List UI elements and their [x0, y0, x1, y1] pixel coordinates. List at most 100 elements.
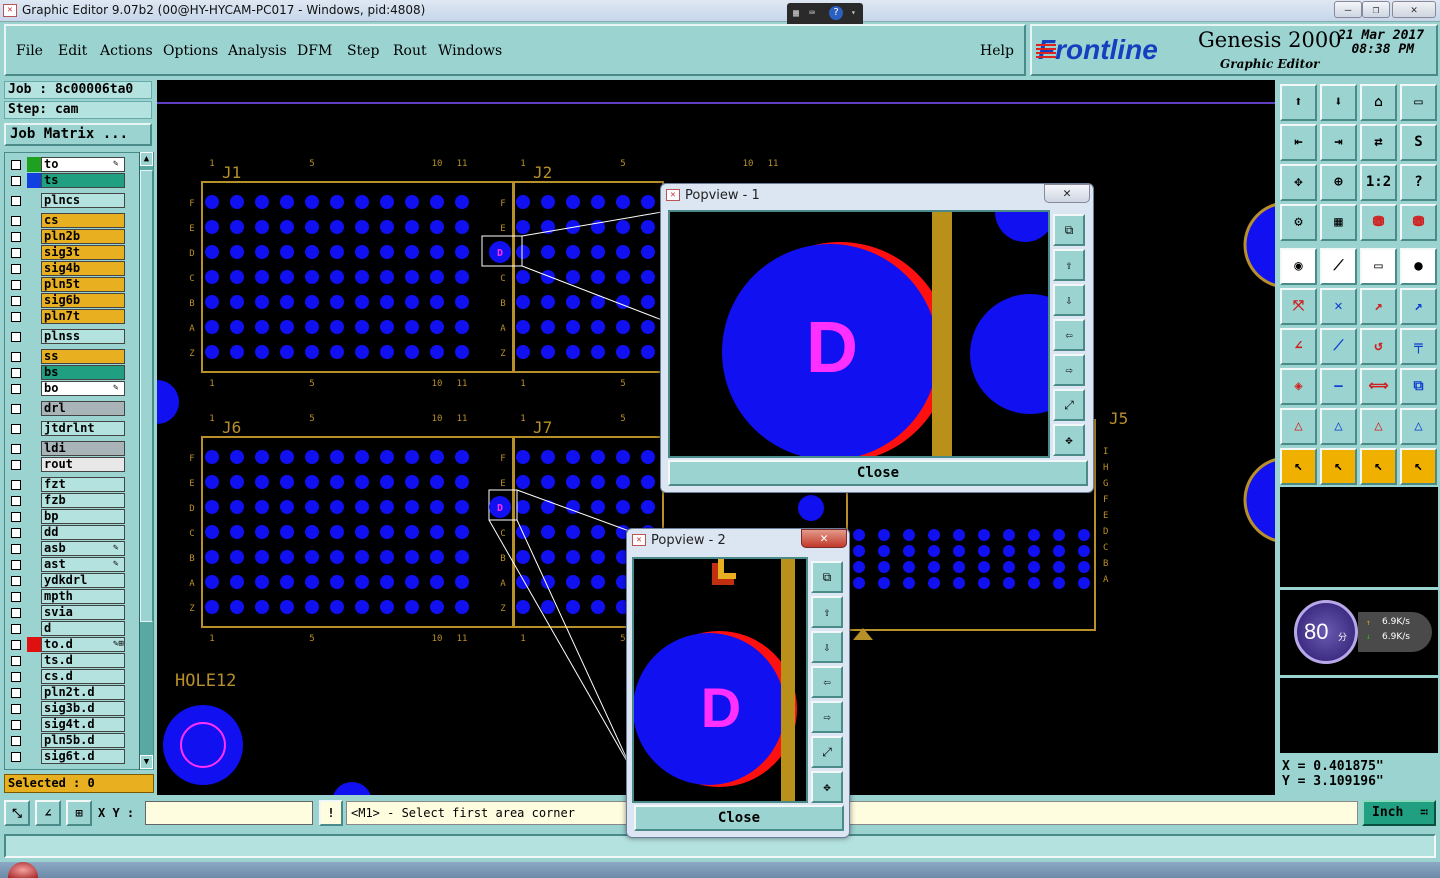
- settings-icon[interactable]: ⚙: [1280, 204, 1317, 241]
- layer-name[interactable]: jtdrlnt: [41, 421, 125, 436]
- layer-row-sig3b-d[interactable]: sig3b.d: [7, 701, 145, 717]
- swap-icon[interactable]: ⇄: [1360, 124, 1397, 161]
- menu-actions[interactable]: Actions: [100, 43, 153, 59]
- layer-checkbox[interactable]: [11, 196, 21, 206]
- layer-row-asb[interactable]: asb ✎: [7, 541, 145, 557]
- triangle-line-icon[interactable]: △: [1400, 408, 1437, 445]
- layer-checkbox[interactable]: [11, 296, 21, 306]
- layer-name[interactable]: fzb: [41, 493, 125, 508]
- popup-restore-icon[interactable]: ⧉: [811, 561, 843, 593]
- popup-fit-icon[interactable]: ⤢: [811, 736, 843, 768]
- layer-row-d[interactable]: d: [7, 621, 145, 637]
- scroll-thumb[interactable]: [140, 170, 153, 622]
- layer-checkbox[interactable]: [11, 576, 21, 586]
- layer-stack-alt-icon[interactable]: ⛃: [1400, 204, 1437, 241]
- unit-select[interactable]: Inch ≕: [1362, 800, 1436, 826]
- popup-close-button[interactable]: Close: [634, 805, 844, 831]
- layer-row-ldi[interactable]: ldi: [7, 441, 145, 457]
- job-matrix-button[interactable]: Job Matrix ...: [4, 123, 152, 146]
- popup-close-x[interactable]: ✕: [801, 529, 847, 548]
- layer-checkbox[interactable]: [11, 312, 21, 322]
- layer-checkbox[interactable]: [11, 480, 21, 490]
- layer-name[interactable]: sig3t: [41, 245, 125, 260]
- zoom-center-icon[interactable]: ⊕: [1320, 164, 1357, 201]
- layer-checkbox[interactable]: [11, 704, 21, 714]
- layer-name[interactable]: mpth: [41, 589, 125, 604]
- layer-checkbox[interactable]: [11, 176, 21, 186]
- layer-row-mpth[interactable]: mpth: [7, 589, 145, 605]
- layer-checkbox[interactable]: [11, 544, 21, 554]
- close-button[interactable]: ✕: [1392, 1, 1436, 18]
- start-button[interactable]: [8, 862, 38, 878]
- layer-checkbox[interactable]: [11, 280, 21, 290]
- layer-stack-icon[interactable]: ⛃: [1360, 204, 1397, 241]
- select-multi-icon[interactable]: ↖: [1400, 448, 1437, 485]
- layer-name[interactable]: pln7t: [41, 309, 125, 324]
- line-icon[interactable]: ⟋: [1320, 248, 1357, 285]
- layer-name[interactable]: cs: [41, 213, 125, 228]
- zoom-home-icon[interactable]: ⬆: [1280, 84, 1317, 121]
- layer-row-sig6b[interactable]: sig6b: [7, 293, 145, 309]
- measure-icon[interactable]: ⟺: [1360, 368, 1397, 405]
- layer-row-ss[interactable]: ss: [7, 349, 145, 365]
- select-icon[interactable]: ↖: [1320, 448, 1357, 485]
- pad-icon[interactable]: ◉: [1280, 248, 1317, 285]
- popup-up-icon[interactable]: ⇧: [1053, 249, 1085, 281]
- layer-row-bo[interactable]: bo ✎: [7, 381, 145, 397]
- scale-icon[interactable]: 1:2: [1360, 164, 1397, 201]
- keyboard-icon[interactable]: ⌨: [809, 8, 815, 19]
- layer-name[interactable]: dd: [41, 525, 125, 540]
- dot-icon[interactable]: ●: [1400, 248, 1437, 285]
- zoom-extents-icon[interactable]: ✥: [1280, 164, 1317, 201]
- menu-step[interactable]: Step: [347, 43, 379, 59]
- layer-row-pln2b[interactable]: pln2b: [7, 229, 145, 245]
- layer-row-dd[interactable]: dd: [7, 525, 145, 541]
- layer-row-fzt[interactable]: fzt: [7, 477, 145, 493]
- select-alt-icon[interactable]: ↖: [1360, 448, 1397, 485]
- grid-icon[interactable]: ▦: [1320, 204, 1357, 241]
- menu-help[interactable]: Help: [980, 43, 1014, 59]
- layer-name[interactable]: fzt: [41, 477, 125, 492]
- maximize-button[interactable]: ❐: [1362, 1, 1390, 18]
- layer-name[interactable]: sig6t.d: [41, 749, 125, 764]
- ruler-icon[interactable]: ▭: [1360, 248, 1397, 285]
- layer-name[interactable]: sig6b: [41, 293, 125, 308]
- layer-color-swatch[interactable]: [27, 157, 41, 172]
- popup-down-icon[interactable]: ⇩: [811, 631, 843, 663]
- measure-icon[interactable]: ∠: [35, 800, 61, 826]
- layer-row-pln5b-d[interactable]: pln5b.d: [7, 733, 145, 749]
- layer-checkbox[interactable]: [11, 368, 21, 378]
- popview-viewport[interactable]: D: [668, 210, 1050, 458]
- layer-row-ast[interactable]: ast ✎: [7, 557, 145, 573]
- layer-checkbox[interactable]: [11, 736, 21, 746]
- layer-scrollbar[interactable]: ▲ ▼: [139, 152, 153, 770]
- popup-up-icon[interactable]: ⇧: [811, 596, 843, 628]
- cross-icon[interactable]: ✕: [1320, 288, 1357, 325]
- popview-viewport[interactable]: D: [632, 557, 808, 803]
- layer-row-plnss[interactable]: plnss: [7, 329, 145, 345]
- popup-restore-icon[interactable]: ⧉: [1053, 214, 1085, 246]
- layer-name[interactable]: ts.d: [41, 653, 125, 668]
- layer-name[interactable]: bp: [41, 509, 125, 524]
- layer-name[interactable]: pln2b: [41, 229, 125, 244]
- layer-checkbox[interactable]: [11, 608, 21, 618]
- chevron-down-icon[interactable]: ▾: [851, 8, 856, 17]
- layer-name[interactable]: ydkdrl: [41, 573, 125, 588]
- triangle-alt-icon[interactable]: △: [1320, 408, 1357, 445]
- layer-row-drl[interactable]: drl: [7, 401, 145, 417]
- popup-left-icon[interactable]: ⇦: [1053, 319, 1085, 351]
- popup-down-icon[interactable]: ⇩: [1053, 284, 1085, 316]
- alert-button[interactable]: !: [319, 800, 343, 826]
- pan-left-icon[interactable]: ⇤: [1280, 124, 1317, 161]
- popup-pan-icon[interactable]: ✥: [1053, 424, 1085, 456]
- minimize-button[interactable]: —: [1334, 1, 1362, 18]
- angle-icon[interactable]: ∠: [1280, 328, 1317, 365]
- layer-checkbox[interactable]: [11, 384, 21, 394]
- layer-name[interactable]: ts: [41, 173, 125, 188]
- layer-checkbox[interactable]: [11, 560, 21, 570]
- menu-analysis[interactable]: Analysis: [228, 43, 287, 59]
- layer-checkbox[interactable]: [11, 160, 21, 170]
- layer-row-to-d[interactable]: to.d ✎⊞: [7, 637, 145, 653]
- window-icon[interactable]: ▭: [1400, 84, 1437, 121]
- menu-dfm[interactable]: DFM: [297, 43, 332, 59]
